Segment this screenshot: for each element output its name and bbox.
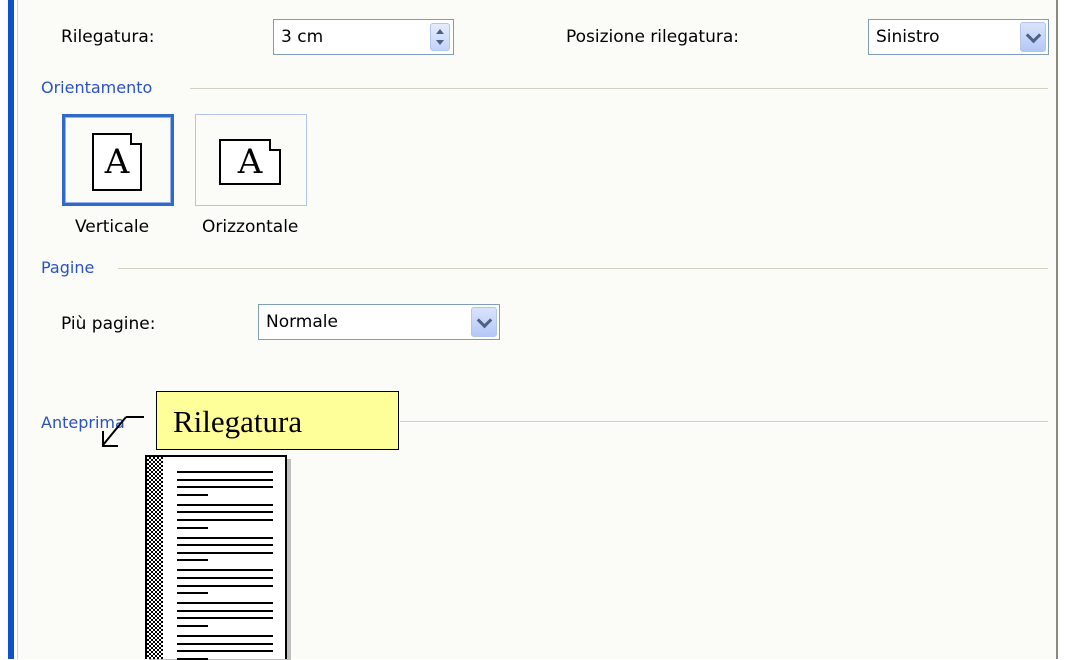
portrait-icon-letter: A — [104, 142, 130, 182]
preview-text-line — [177, 551, 273, 554]
portrait-page-icon: A — [92, 133, 142, 191]
preview-text-line — [177, 544, 273, 547]
preview-text-line — [177, 635, 273, 637]
preview-text-line — [177, 503, 273, 506]
preview-text-line — [177, 478, 273, 481]
gutter-pattern — [147, 457, 163, 659]
window-frame-left — [0, 0, 14, 659]
preview-divider — [400, 421, 1048, 423]
preview-text-line — [177, 471, 273, 473]
gutter-spinner[interactable]: 3 cm — [273, 19, 454, 55]
multiple-pages-label: Più pagine: — [61, 314, 156, 334]
window-frame-bar — [8, 0, 14, 659]
preview-text-line — [177, 602, 273, 605]
preview-text-line — [177, 577, 273, 579]
chevron-down-icon — [476, 312, 493, 329]
gutter-position-label-text: Posizione rilegatura: — [566, 27, 739, 47]
landscape-page-icon: A — [219, 139, 281, 185]
preview-text-line — [177, 519, 273, 521]
orientation-divider — [190, 88, 1048, 90]
multiple-pages-dropdown[interactable]: Normale — [258, 304, 500, 340]
preview-text-line — [177, 526, 208, 529]
preview-text-line — [177, 617, 273, 620]
preview-text-line — [177, 493, 208, 496]
spin-down-icon[interactable] — [436, 40, 444, 45]
pages-divider — [118, 268, 1048, 270]
gutter-label-text: Rilegatura: — [61, 27, 155, 47]
preview-text-line — [177, 625, 208, 627]
preview-text-line — [177, 650, 273, 653]
portrait-label: Verticale — [75, 217, 150, 237]
gutter-position-dropdown-button[interactable] — [1020, 22, 1046, 52]
spin-up-icon[interactable] — [436, 29, 444, 34]
multiple-pages-dropdown-button[interactable] — [471, 307, 497, 337]
multiple-pages-value[interactable]: Normale — [266, 312, 338, 332]
preview-text-line — [177, 642, 273, 645]
landscape-label: Orizzontale — [202, 217, 299, 237]
gutter-callout: Rilegatura — [156, 391, 399, 450]
preview-text-line — [177, 486, 273, 489]
portrait-button[interactable]: A — [62, 114, 174, 206]
page-preview — [145, 455, 287, 660]
chevron-down-icon — [1025, 27, 1042, 44]
gutter-callout-text: Rilegatura — [173, 404, 303, 439]
gutter-position-label: Posizione rilegatura: — [566, 27, 739, 47]
landscape-button[interactable]: A — [195, 114, 307, 206]
preview-text-line — [177, 536, 273, 539]
pages-group-title: Pagine — [41, 258, 105, 277]
landscape-icon-letter: A — [237, 142, 263, 182]
gutter-value[interactable]: 3 cm — [281, 27, 323, 47]
preview-text-line — [177, 511, 273, 514]
spin-buttons[interactable] — [430, 23, 450, 51]
preview-text-line — [177, 584, 273, 587]
preview-text-line — [177, 569, 273, 572]
preview-text-line — [177, 592, 208, 595]
preview-text-line — [177, 609, 273, 612]
pointer-arrow-icon — [102, 416, 144, 447]
preview-text-line — [177, 559, 208, 562]
gutter-label: Rilegatura: — [61, 27, 155, 47]
orientation-group-title: Orientamento — [41, 78, 163, 97]
gutter-position-dropdown[interactable]: Sinistro — [868, 19, 1049, 55]
gutter-position-value[interactable]: Sinistro — [876, 27, 940, 47]
